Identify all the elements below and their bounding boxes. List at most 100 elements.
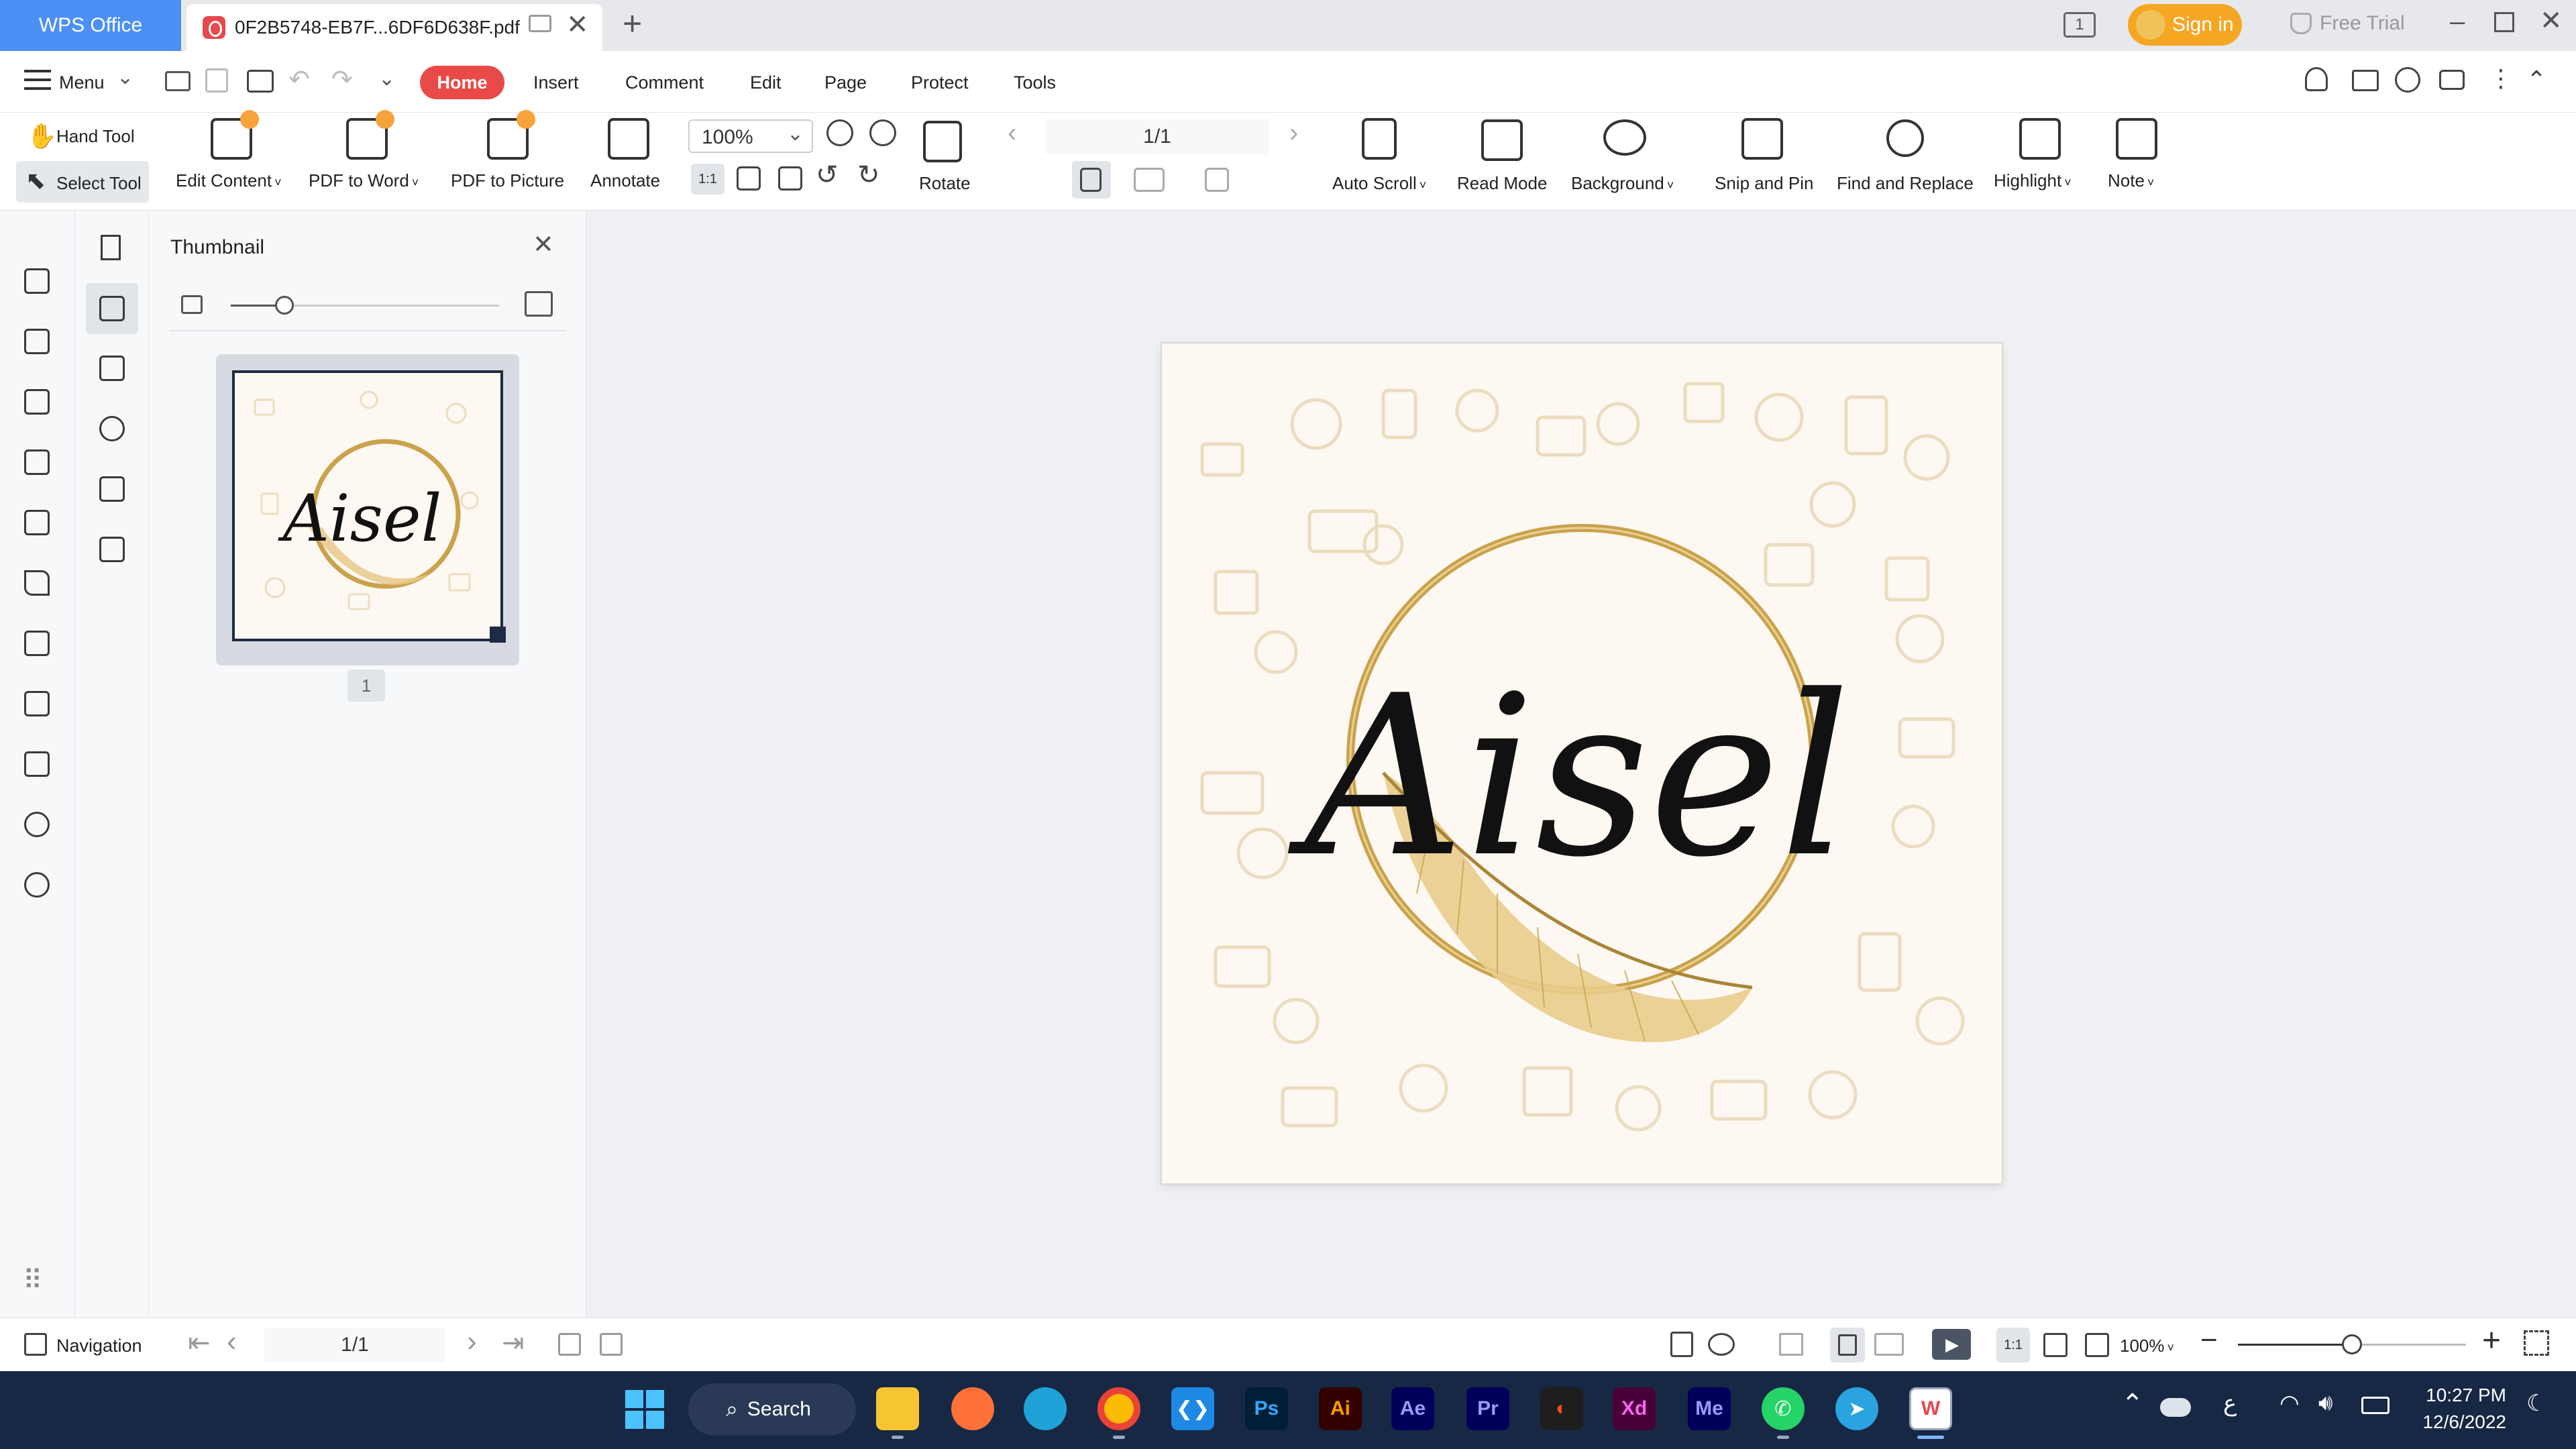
rotate-right-icon[interactable]: ↻ <box>857 160 880 191</box>
new-tab-icon[interactable]: + <box>623 4 642 43</box>
page-number-field[interactable]: 1/1 <box>1045 119 1269 154</box>
fit-width-icon[interactable] <box>778 166 802 191</box>
highlight-icon[interactable] <box>2019 118 2061 160</box>
auto-scroll-icon[interactable] <box>1362 118 1397 160</box>
small-image-icon[interactable] <box>181 295 203 314</box>
sign-icon[interactable] <box>24 570 50 596</box>
close-window-icon[interactable]: ✕ <box>2540 5 2563 36</box>
find-and-replace-button[interactable]: Find and Replace <box>1837 173 1974 194</box>
clock-time[interactable]: 10:27 PM <box>2415 1385 2506 1406</box>
actual-size-button[interactable]: 1:1 <box>691 164 724 195</box>
note-button[interactable]: Note <box>2108 170 2154 191</box>
continuous-icon[interactable] <box>1779 1333 1803 1356</box>
highlight-button[interactable]: Highlight <box>1994 170 2072 191</box>
single-page-view-button[interactable] <box>1072 161 1111 199</box>
eye-protection-icon[interactable] <box>1708 1333 1735 1356</box>
find-replace-icon[interactable] <box>1886 119 1924 157</box>
document-tab[interactable]: 0F2B5748-EB7F...6DF6D638F.pdf ✕ <box>186 4 602 51</box>
edge-icon[interactable] <box>1024 1387 1067 1430</box>
snip-and-pin-button[interactable]: Snip and Pin <box>1715 173 1813 194</box>
background-button[interactable]: Background <box>1571 173 1674 194</box>
zoom-slider[interactable] <box>2238 1334 2466 1354</box>
firefox-icon[interactable] <box>951 1387 994 1430</box>
telegram-icon[interactable]: ➤ <box>1835 1387 1878 1430</box>
print-icon[interactable] <box>247 70 274 93</box>
read-mode-button[interactable]: Read Mode <box>1457 173 1547 194</box>
minimize-icon[interactable]: – <box>2450 7 2465 37</box>
tab-insert[interactable]: Insert <box>533 72 579 93</box>
select-tool-button[interactable]: ⬉ Select Tool <box>16 161 149 203</box>
figma-icon[interactable]: ◐ <box>1540 1387 1583 1430</box>
stamp-icon[interactable] <box>99 476 125 502</box>
language-indicator[interactable]: ع <box>2223 1390 2237 1417</box>
volume-icon[interactable]: 🔊︎ <box>2318 1390 2332 1416</box>
page-thumbnail[interactable]: Aisel <box>216 354 519 665</box>
previous-page-icon[interactable]: ‹ <box>1008 118 1016 148</box>
zoom-slider-handle[interactable] <box>2342 1334 2362 1354</box>
film-icon[interactable] <box>24 751 50 777</box>
zoom-in-icon[interactable] <box>869 119 896 146</box>
document-icon[interactable] <box>24 268 50 294</box>
page-count-icon[interactable]: 1 <box>2063 12 2096 38</box>
close-tab-icon[interactable]: ✕ <box>566 9 589 40</box>
windows-start-icon[interactable] <box>625 1390 664 1429</box>
read-mode-icon[interactable] <box>1481 119 1523 161</box>
two-page-view-icon[interactable] <box>1134 168 1165 192</box>
more-options-icon[interactable]: ⋮ <box>2489 64 2513 93</box>
wps-taskbar-icon[interactable]: W <box>1909 1387 1952 1430</box>
screen-icon[interactable] <box>529 15 551 32</box>
tab-edit[interactable]: Edit <box>750 72 782 93</box>
chevron-down-icon[interactable]: ⌄ <box>117 66 133 89</box>
tab-page[interactable]: Page <box>824 72 867 93</box>
forward-view-icon[interactable] <box>600 1333 623 1356</box>
edit-icon[interactable] <box>24 329 50 354</box>
status-zoom-dropdown[interactable]: 100% <box>2120 1336 2174 1356</box>
vscode-icon[interactable]: ❮❯ <box>1171 1387 1214 1430</box>
edit-content-icon[interactable] <box>211 110 259 160</box>
prev-page-icon[interactable]: ‹ <box>227 1325 237 1358</box>
note-icon[interactable] <box>2116 118 2157 160</box>
after-effects-icon[interactable]: Ae <box>1391 1387 1434 1430</box>
tab-comment[interactable]: Comment <box>625 72 704 93</box>
wifi-icon[interactable]: ◠ <box>2279 1390 2300 1417</box>
sign-in-button[interactable]: Sign in <box>2128 4 2242 46</box>
help-icon[interactable] <box>24 872 50 898</box>
rotate-button[interactable]: Rotate <box>919 173 971 194</box>
continuous-view-icon[interactable] <box>1205 168 1229 192</box>
convert-icon[interactable] <box>24 389 50 415</box>
annotate-icon[interactable] <box>608 118 649 160</box>
photoshop-icon[interactable]: Ps <box>1245 1387 1288 1430</box>
show-hidden-icons[interactable]: ⌃ <box>2121 1389 2144 1419</box>
crop-icon[interactable] <box>24 510 50 535</box>
file-explorer-icon[interactable] <box>876 1387 919 1430</box>
menu-icon[interactable] <box>24 70 51 90</box>
navigation-button[interactable]: Navigation <box>56 1336 142 1356</box>
rotate-left-icon[interactable]: ↺ <box>816 160 839 191</box>
free-trial-button[interactable]: Free Trial <box>2290 12 2405 35</box>
pdf-to-picture-icon[interactable] <box>487 110 535 160</box>
quick-access-dropdown-icon[interactable]: ⌄ <box>378 67 395 91</box>
fit-page-icon[interactable] <box>737 166 761 191</box>
pdf-to-word-button[interactable]: PDF to Word <box>309 170 419 191</box>
save-icon[interactable] <box>205 68 228 93</box>
thumbnail-panel-button[interactable] <box>86 283 138 334</box>
redo-icon[interactable]: ↷ <box>331 64 353 95</box>
next-page-icon[interactable]: › <box>1289 118 1298 148</box>
illustrator-icon[interactable]: Ai <box>1319 1387 1362 1430</box>
chrome-icon[interactable] <box>1097 1387 1140 1430</box>
edit-content-button[interactable]: Edit Content <box>176 170 282 191</box>
actual-size-status-button[interactable]: 1:1 <box>1996 1328 2030 1362</box>
back-view-icon[interactable] <box>558 1333 581 1356</box>
share-icon[interactable] <box>2352 70 2379 91</box>
apps-grid-icon[interactable]: ⠿ <box>23 1265 42 1296</box>
wps-office-tab[interactable]: WPS Office <box>0 0 181 51</box>
fit-page-status-icon[interactable] <box>2043 1333 2068 1357</box>
tab-home[interactable]: Home <box>420 66 504 99</box>
open-folder-icon[interactable] <box>165 71 191 91</box>
hand-tool-button[interactable]: Hand Tool <box>56 126 135 147</box>
close-panel-icon[interactable]: ✕ <box>533 229 554 260</box>
xd-icon[interactable]: Xd <box>1613 1387 1656 1430</box>
zoom-dropdown[interactable]: 100% ⌄ <box>688 119 813 153</box>
undo-icon[interactable]: ↶ <box>288 64 310 95</box>
zoom-in-status-icon[interactable]: + <box>2482 1322 2501 1359</box>
